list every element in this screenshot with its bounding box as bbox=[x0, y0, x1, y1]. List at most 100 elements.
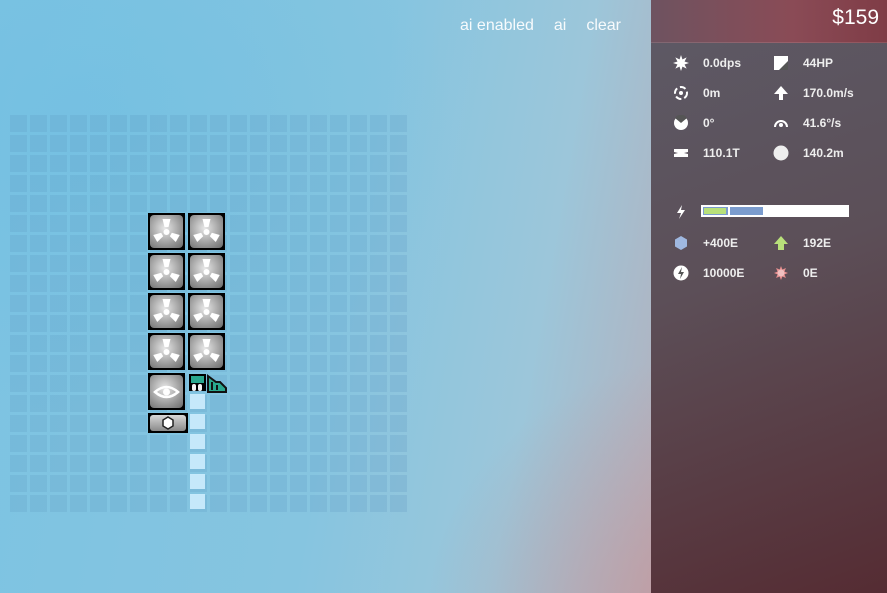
grid-cell[interactable] bbox=[310, 275, 327, 292]
grid-cell[interactable] bbox=[250, 475, 267, 492]
grid-cell[interactable] bbox=[230, 195, 247, 212]
grid-cell[interactable] bbox=[330, 435, 347, 452]
grid-cell[interactable] bbox=[390, 475, 407, 492]
grid-cell[interactable] bbox=[130, 175, 147, 192]
grid-cell[interactable] bbox=[290, 475, 307, 492]
grid-cell[interactable] bbox=[10, 255, 27, 272]
armor-fan-part[interactable] bbox=[188, 333, 225, 370]
grid-cell[interactable] bbox=[350, 455, 367, 472]
grid-cell[interactable] bbox=[130, 475, 147, 492]
grid-cell[interactable] bbox=[350, 475, 367, 492]
grid-cell[interactable] bbox=[10, 455, 27, 472]
grid-cell[interactable] bbox=[230, 475, 247, 492]
grid-cell[interactable] bbox=[170, 475, 187, 492]
grid-cell[interactable] bbox=[210, 435, 227, 452]
grid-cell[interactable] bbox=[70, 395, 87, 412]
grid-cell[interactable] bbox=[230, 415, 247, 432]
grid-cell[interactable] bbox=[270, 455, 287, 472]
grid-cell[interactable] bbox=[90, 195, 107, 212]
grid-cell[interactable] bbox=[250, 235, 267, 252]
grid-cell[interactable] bbox=[190, 175, 207, 192]
grid-cell[interactable] bbox=[70, 275, 87, 292]
grid-cell[interactable] bbox=[230, 215, 247, 232]
grid-cell[interactable] bbox=[250, 255, 267, 272]
grid-cell[interactable] bbox=[390, 455, 407, 472]
grid-cell[interactable] bbox=[370, 435, 387, 452]
grid-cell[interactable] bbox=[50, 215, 67, 232]
grid-cell[interactable] bbox=[390, 155, 407, 172]
grid-cell[interactable] bbox=[70, 315, 87, 332]
grid-cell[interactable] bbox=[50, 455, 67, 472]
grid-cell[interactable] bbox=[370, 135, 387, 152]
grid-cell[interactable] bbox=[30, 115, 47, 132]
grid-cell[interactable] bbox=[70, 195, 87, 212]
grid-cell[interactable] bbox=[250, 275, 267, 292]
grid-cell[interactable] bbox=[70, 115, 87, 132]
grid-cell[interactable] bbox=[270, 335, 287, 352]
grid-cell[interactable] bbox=[290, 175, 307, 192]
grid-cell[interactable] bbox=[30, 175, 47, 192]
armor-fan-part[interactable] bbox=[148, 253, 185, 290]
grid-cell[interactable] bbox=[30, 415, 47, 432]
grid-cell[interactable] bbox=[290, 295, 307, 312]
grid-cell[interactable] bbox=[130, 415, 147, 432]
grid-cell[interactable] bbox=[110, 155, 127, 172]
grid-cell[interactable] bbox=[90, 435, 107, 452]
grid-cell[interactable] bbox=[10, 435, 27, 452]
grid-cell[interactable] bbox=[390, 235, 407, 252]
grid-cell[interactable] bbox=[270, 475, 287, 492]
grid-cell[interactable] bbox=[50, 395, 67, 412]
grid-cell[interactable] bbox=[110, 455, 127, 472]
grid-cell[interactable] bbox=[350, 295, 367, 312]
grid-cell[interactable] bbox=[370, 395, 387, 412]
grid-cell[interactable] bbox=[150, 475, 167, 492]
grid-cell[interactable] bbox=[270, 255, 287, 272]
grid-cell[interactable] bbox=[70, 135, 87, 152]
grid-cell[interactable] bbox=[310, 115, 327, 132]
grid-cell[interactable] bbox=[370, 475, 387, 492]
grid-cell[interactable] bbox=[90, 335, 107, 352]
grid-cell[interactable] bbox=[50, 335, 67, 352]
grid-cell[interactable] bbox=[90, 355, 107, 372]
grid-cell[interactable] bbox=[90, 115, 107, 132]
grid-cell[interactable] bbox=[50, 155, 67, 172]
grid-cell[interactable] bbox=[90, 175, 107, 192]
grid-cell[interactable] bbox=[110, 115, 127, 132]
grid-cell[interactable] bbox=[190, 155, 207, 172]
grid-cell[interactable] bbox=[390, 275, 407, 292]
grid-cell[interactable] bbox=[290, 155, 307, 172]
grid-cell[interactable] bbox=[310, 255, 327, 272]
grid-cell[interactable] bbox=[350, 135, 367, 152]
grid-cell[interactable] bbox=[230, 455, 247, 472]
grid-cell[interactable] bbox=[110, 395, 127, 412]
grid-cell[interactable] bbox=[50, 295, 67, 312]
grid-cell[interactable] bbox=[210, 115, 227, 132]
grid-cell[interactable] bbox=[310, 135, 327, 152]
grid-cell[interactable] bbox=[70, 295, 87, 312]
grid-cell[interactable] bbox=[170, 135, 187, 152]
grid-cell[interactable] bbox=[10, 195, 27, 212]
grid-cell[interactable] bbox=[330, 275, 347, 292]
grid-cell[interactable] bbox=[210, 475, 227, 492]
grid-cell[interactable] bbox=[130, 275, 147, 292]
grid-cell[interactable] bbox=[70, 475, 87, 492]
grid-cell[interactable] bbox=[70, 435, 87, 452]
thruster-part[interactable] bbox=[189, 374, 206, 391]
grid-cell[interactable] bbox=[330, 255, 347, 272]
grid-cell[interactable] bbox=[150, 195, 167, 212]
grid-cell[interactable] bbox=[350, 315, 367, 332]
grid-cell[interactable] bbox=[390, 375, 407, 392]
grid-cell[interactable] bbox=[70, 335, 87, 352]
grid-cell[interactable] bbox=[230, 395, 247, 412]
grid-cell[interactable] bbox=[350, 275, 367, 292]
grid-cell[interactable] bbox=[310, 355, 327, 372]
grid-cell[interactable] bbox=[270, 355, 287, 372]
grid-cell[interactable] bbox=[370, 175, 387, 192]
grid-cell[interactable] bbox=[330, 195, 347, 212]
grid-cell[interactable] bbox=[230, 375, 247, 392]
grid-cell[interactable] bbox=[250, 355, 267, 372]
grid-cell[interactable] bbox=[210, 175, 227, 192]
grid-cell[interactable] bbox=[330, 375, 347, 392]
grid-cell[interactable] bbox=[130, 455, 147, 472]
grid-cell[interactable] bbox=[90, 155, 107, 172]
